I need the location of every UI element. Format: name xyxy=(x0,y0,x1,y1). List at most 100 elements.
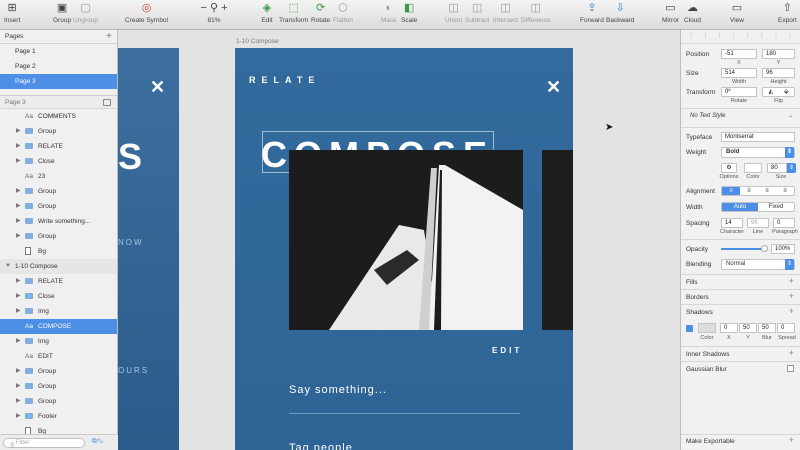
flip-control[interactable]: ◭ ⬙ xyxy=(762,87,795,97)
tag-people-text[interactable]: Tag people xyxy=(289,442,353,450)
backward-button[interactable]: ⇩ Backward xyxy=(606,2,635,24)
opacity-slider[interactable] xyxy=(721,248,765,250)
flip-vertical-icon[interactable]: ⬙ xyxy=(779,88,795,96)
disclosure-icon[interactable]: ▶ xyxy=(16,154,21,169)
shadow-enabled-checkbox[interactable] xyxy=(686,325,693,332)
borders-section[interactable]: Borders xyxy=(686,294,709,301)
layer-row[interactable]: ▶ Write something... xyxy=(0,214,117,229)
typeface-field[interactable]: Montserrat xyxy=(721,132,795,142)
image-partial[interactable] xyxy=(542,150,573,330)
x-field[interactable]: -51 xyxy=(721,49,757,59)
layer-row[interactable]: ▶ Group xyxy=(0,184,117,199)
disclosure-icon[interactable]: ▶ xyxy=(16,304,21,319)
shadows-section[interactable]: Shadows xyxy=(686,309,713,316)
mirror-button[interactable]: ▭ Mirror xyxy=(662,2,679,24)
add-page-icon[interactable]: + xyxy=(106,30,112,44)
inner-shadows-section[interactable]: Inner Shadows xyxy=(686,351,729,358)
add-inner-shadow-icon[interactable]: + xyxy=(789,348,794,358)
union-button[interactable]: ◫ Union xyxy=(445,2,462,24)
shadow-blur-field[interactable]: 50 xyxy=(758,323,776,333)
layer-row[interactable]: ▶ Group xyxy=(0,199,117,214)
text-color-swatch[interactable] xyxy=(744,163,762,173)
align-text-center-icon[interactable]: ≡ xyxy=(740,187,758,195)
create-symbol-button[interactable]: ◎ Create Symbol xyxy=(125,2,168,24)
close-icon[interactable]: ✕ xyxy=(150,78,165,96)
align-bottom-icon[interactable]: ⫶ xyxy=(761,33,763,41)
align-top-icon[interactable]: ⫶ xyxy=(733,33,735,41)
font-size-stepper[interactable]: ⇕ xyxy=(787,163,796,173)
scale-button[interactable]: ◧ Scale xyxy=(401,2,417,24)
disclosure-icon[interactable]: ▶ xyxy=(16,199,21,214)
width-field[interactable]: 514 xyxy=(721,68,757,78)
gaussian-blur-section[interactable]: Gaussian Blur xyxy=(686,366,727,373)
layer-row[interactable]: Aa COMPOSE xyxy=(0,319,117,334)
page-item[interactable]: Page 1 xyxy=(0,44,117,59)
forward-button[interactable]: ⇪ Forward xyxy=(580,2,604,24)
disclosure-icon[interactable]: ▶ xyxy=(16,364,21,379)
layer-row[interactable]: ▶ Group xyxy=(0,364,117,379)
align-middle-icon[interactable]: ⫶ xyxy=(747,33,749,41)
page-item[interactable]: Page 2 xyxy=(0,59,117,74)
architecture-image[interactable] xyxy=(289,150,523,330)
layer-artboard[interactable]: ▼ 1-10 Compose xyxy=(0,259,117,274)
layer-row[interactable]: Bg xyxy=(0,244,117,259)
edit-label[interactable]: EDIT xyxy=(492,346,522,355)
add-shadow-icon[interactable]: + xyxy=(789,306,794,316)
align-left-icon[interactable]: ⫶ xyxy=(690,33,692,41)
shadow-y-field[interactable]: 50 xyxy=(739,323,757,333)
ungroup-button[interactable]: ▢ Ungroup xyxy=(73,2,98,24)
rotate-button[interactable]: ⟳ Rotate xyxy=(311,2,330,24)
align-right-icon[interactable]: ⫶ xyxy=(718,33,720,41)
collapse-icon[interactable] xyxy=(103,99,111,106)
artboard-compose[interactable]: RELATE ✕ COMPOSE EDIT Say something... T… xyxy=(235,48,573,450)
shadow-x-field[interactable]: 0 xyxy=(720,323,738,333)
disclosure-icon[interactable]: ▶ xyxy=(16,394,21,409)
disclosure-icon[interactable]: ▶ xyxy=(16,409,21,424)
text-options-button[interactable]: ⚙ xyxy=(721,163,737,173)
blending-select[interactable]: Normal ⇕ xyxy=(721,259,795,270)
disclosure-icon[interactable]: ▶ xyxy=(16,334,21,349)
artboard-title[interactable]: 1-10 Compose xyxy=(236,38,279,45)
gaussian-blur-checkbox[interactable] xyxy=(787,365,794,372)
difference-button[interactable]: ◫ Difference xyxy=(521,2,551,24)
disclosure-icon[interactable]: ▶ xyxy=(16,214,21,229)
subtract-button[interactable]: ◫ Subtract xyxy=(465,2,489,24)
disclosure-open-icon[interactable]: ▼ xyxy=(5,259,11,274)
align-text-justify-icon[interactable]: ≡ xyxy=(776,187,794,195)
layer-row[interactable]: ▶ Img xyxy=(0,304,117,319)
disclosure-icon[interactable]: ▶ xyxy=(16,229,21,244)
layer-row[interactable]: ▶ Close xyxy=(0,154,117,169)
layer-row[interactable]: Aa COMMENTS xyxy=(0,109,117,124)
zoom-control[interactable]: − ⚲ +81% xyxy=(196,2,232,24)
shadow-spread-field[interactable]: 0 xyxy=(777,323,795,333)
disclosure-icon[interactable]: ▶ xyxy=(16,139,21,154)
disclosure-icon[interactable]: ▶ xyxy=(16,289,21,304)
mask-button[interactable]: ◐ Mask xyxy=(381,2,397,24)
close-icon[interactable]: ✕ xyxy=(546,78,561,96)
layer-row[interactable]: ▶ Img xyxy=(0,334,117,349)
align-center-icon[interactable]: ⫶ xyxy=(704,33,706,41)
layer-row[interactable]: ▶ RELATE xyxy=(0,139,117,154)
transform-button[interactable]: ⬚ Transform xyxy=(279,2,308,24)
add-fill-icon[interactable]: + xyxy=(789,276,794,286)
filter-options-icon[interactable]: ⧉✎ xyxy=(92,438,103,446)
line-spacing-field[interactable]: 96 xyxy=(747,218,769,228)
layer-row[interactable]: Aa EDIT xyxy=(0,349,117,364)
insert-button[interactable]: ⊞ Insert xyxy=(4,2,20,24)
layer-row[interactable]: ▶ Group xyxy=(0,379,117,394)
view-button[interactable]: ▭ View xyxy=(730,2,744,24)
width-mode-control[interactable]: Auto Fixed xyxy=(721,202,795,212)
y-field[interactable]: 180 xyxy=(762,49,795,59)
layer-row[interactable]: ▶ RELATE xyxy=(0,274,117,289)
weight-select[interactable]: Bold ⇕ xyxy=(721,147,795,158)
make-exportable-section[interactable]: Make Exportable xyxy=(686,438,735,445)
relate-logo[interactable]: RELATE xyxy=(249,74,314,87)
opacity-slider-handle[interactable] xyxy=(761,245,768,252)
text-style-select[interactable]: No Text Style ⌄ xyxy=(686,112,795,123)
layer-row[interactable]: ▶ Footer xyxy=(0,409,117,424)
width-fixed-option[interactable]: Fixed xyxy=(758,203,794,211)
align-text-left-icon[interactable]: ≡ xyxy=(722,187,740,195)
layer-row[interactable]: Aa 23 xyxy=(0,169,117,184)
layer-row[interactable]: ▶ Close xyxy=(0,289,117,304)
distribute-icon[interactable]: ⫶ xyxy=(789,33,791,41)
